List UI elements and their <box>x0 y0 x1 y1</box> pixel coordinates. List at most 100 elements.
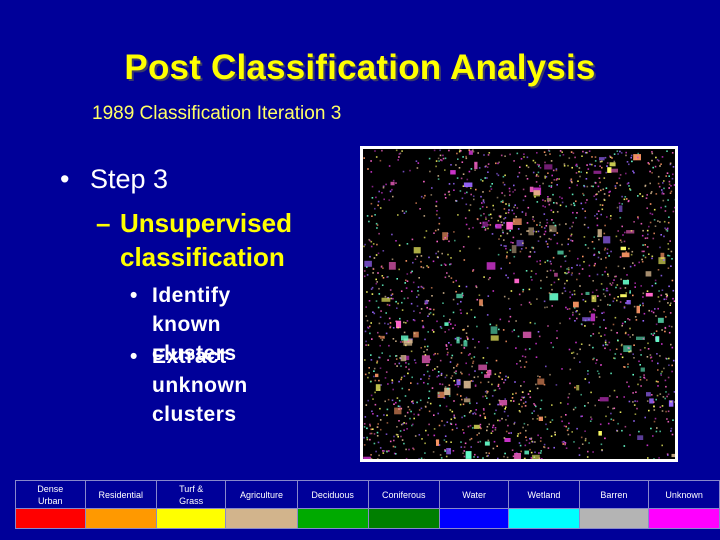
map-pixel <box>486 166 489 168</box>
map-pixel <box>599 157 605 161</box>
map-pixel <box>478 432 480 435</box>
map-pixel <box>429 312 432 314</box>
map-pixel <box>661 192 663 195</box>
map-pixel <box>379 407 381 410</box>
map-pixel <box>520 233 522 236</box>
map-pixel <box>420 378 422 380</box>
map-pixel <box>659 246 661 249</box>
map-pixel <box>397 302 399 305</box>
map-pixel <box>395 320 397 323</box>
map-pixel <box>655 315 657 317</box>
map-pixel <box>540 399 543 402</box>
map-pixel <box>379 367 382 369</box>
map-pixel <box>427 315 429 317</box>
map-pixel <box>660 163 662 165</box>
map-pixel <box>508 203 510 205</box>
map-pixel <box>495 359 498 362</box>
map-pixel <box>546 306 548 308</box>
map-pixel <box>460 337 462 340</box>
map-pixel <box>529 390 531 392</box>
map-pixel <box>438 217 441 219</box>
map-pixel <box>548 150 551 152</box>
map-pixel <box>628 385 630 388</box>
map-pixel <box>417 294 420 296</box>
map-pixel <box>376 426 379 428</box>
map-pixel <box>367 168 369 170</box>
map-pixel <box>665 357 667 360</box>
map-pixel <box>370 245 373 248</box>
map-pixel <box>367 399 369 402</box>
map-pixel <box>539 452 542 454</box>
map-pixel <box>606 165 608 167</box>
map-pixel <box>502 175 505 178</box>
map-pixel <box>526 230 528 232</box>
map-pixel <box>448 328 450 331</box>
map-pixel <box>365 340 367 343</box>
map-pixel <box>640 367 645 372</box>
legend-label-line: Deciduous <box>311 489 354 500</box>
map-pixel <box>426 265 428 267</box>
map-pixel <box>405 279 407 282</box>
map-pixel <box>451 428 454 431</box>
map-pixel <box>404 415 407 417</box>
map-pixel <box>455 290 457 293</box>
map-pixel <box>592 323 595 325</box>
map-pixel <box>374 379 377 382</box>
map-pixel <box>401 335 409 341</box>
map-pixel <box>401 301 403 304</box>
map-pixel <box>631 160 633 163</box>
map-pixel <box>425 303 427 305</box>
map-pixel <box>538 165 540 168</box>
map-pixel <box>582 255 584 258</box>
legend-label-line: Wetland <box>527 489 561 500</box>
map-pixel <box>403 429 405 431</box>
map-pixel <box>629 189 632 191</box>
map-pixel <box>487 390 489 393</box>
map-pixel <box>519 360 521 362</box>
map-pixel <box>503 245 506 247</box>
map-pixel <box>364 243 366 246</box>
map-pixel <box>502 329 505 331</box>
map-pixel <box>494 373 497 375</box>
map-pixel <box>407 340 410 343</box>
map-pixel <box>609 190 611 193</box>
map-pixel <box>580 436 583 439</box>
map-pixel <box>427 434 429 436</box>
map-pixel <box>441 420 443 422</box>
map-pixel <box>370 458 373 459</box>
map-pixel <box>584 244 587 246</box>
map-pixel <box>492 447 495 450</box>
map-pixel <box>567 427 570 430</box>
map-pixel <box>524 401 527 403</box>
map-pixel <box>463 259 466 261</box>
map-pixel <box>664 227 666 229</box>
map-pixel <box>370 354 372 356</box>
map-pixel <box>523 153 525 155</box>
map-pixel <box>542 205 544 207</box>
map-pixel <box>487 278 490 281</box>
map-pixel <box>460 441 462 443</box>
map-pixel <box>575 217 577 219</box>
map-pixel <box>446 421 449 423</box>
map-pixel <box>619 216 622 219</box>
map-pixel <box>570 239 572 242</box>
map-pixel <box>505 247 507 250</box>
map-pixel <box>580 343 583 345</box>
legend-label-barren: Barren <box>578 480 650 509</box>
map-pixel <box>659 406 662 408</box>
map-pixel <box>652 311 655 314</box>
map-pixel <box>373 367 376 370</box>
map-pixel <box>620 353 622 355</box>
map-pixel <box>564 282 566 285</box>
map-pixel <box>575 200 577 202</box>
map-pixel <box>506 255 508 257</box>
map-pixel <box>521 405 523 408</box>
map-pixel <box>391 258 394 261</box>
map-pixel <box>462 294 464 297</box>
map-pixel <box>367 326 369 329</box>
map-pixel <box>508 204 510 207</box>
map-pixel <box>573 202 575 205</box>
map-pixel <box>658 300 661 303</box>
map-pixel <box>650 191 653 193</box>
map-pixel <box>481 202 483 204</box>
